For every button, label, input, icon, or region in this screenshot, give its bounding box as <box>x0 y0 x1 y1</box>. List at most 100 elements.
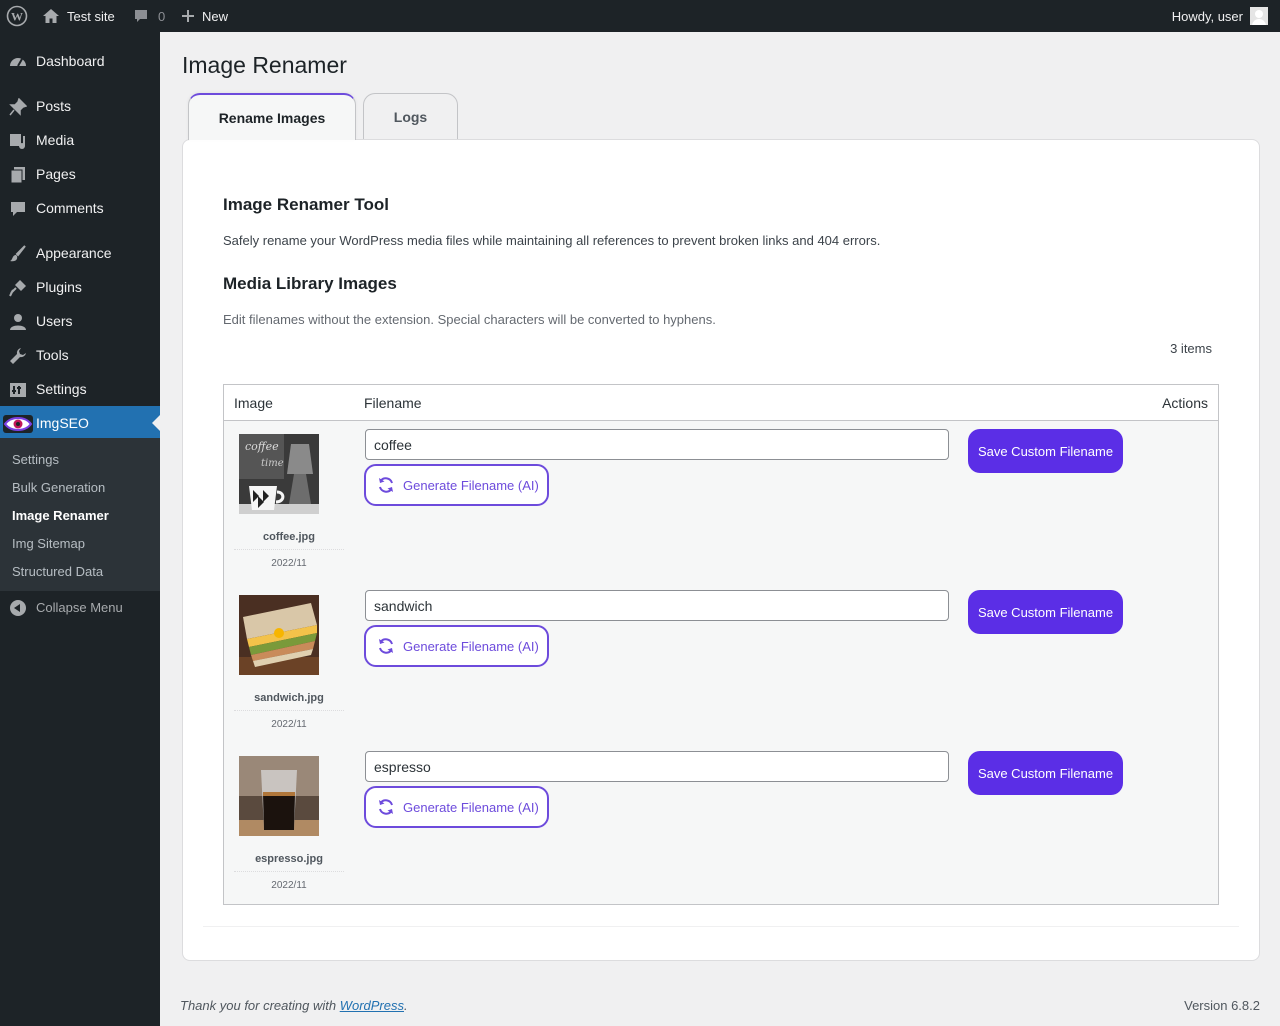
submenu-item-image-renamer[interactable]: Image Renamer <box>12 508 109 523</box>
divider <box>203 926 1239 927</box>
imgseo-submenu: Settings Bulk Generation Image Renamer I… <box>0 438 160 591</box>
library-description: Edit filenames without the extension. Sp… <box>223 312 716 327</box>
filename-input[interactable] <box>365 751 949 782</box>
comment-icon <box>8 199 28 219</box>
sidebar-item-dashboard[interactable]: Dashboard <box>0 44 160 78</box>
footer-thanks-prefix: Thank you for creating with <box>180 998 340 1013</box>
items-count: 3 items <box>1170 341 1212 356</box>
tab-rename-images[interactable]: Rename Images <box>188 93 356 140</box>
tab-logs[interactable]: Logs <box>363 93 458 139</box>
sidebar-item-users[interactable]: Users <box>0 304 160 338</box>
file-date: 2022/11 <box>271 558 307 569</box>
submenu-item-img-sitemap[interactable]: Img Sitemap <box>12 536 85 551</box>
submenu-item-structured-data[interactable]: Structured Data <box>12 564 103 579</box>
site-name-link[interactable]: Test site <box>42 0 115 32</box>
sidebar-item-posts[interactable]: Posts <box>0 89 160 123</box>
sidebar-item-plugins[interactable]: Plugins <box>0 270 160 304</box>
wrench-icon <box>8 346 28 366</box>
avatar <box>1250 7 1268 25</box>
version-text: Version 6.8.2 <box>1184 998 1260 1013</box>
sidebar-item-label: Tools <box>36 347 69 363</box>
generate-filename-button[interactable]: Generate Filename (AI) <box>364 625 549 667</box>
submenu-item-bulk-generation[interactable]: Bulk Generation <box>12 480 105 495</box>
footer-thanks-suffix: . <box>404 998 408 1013</box>
filename-input[interactable] <box>365 429 949 460</box>
pages-icon <box>8 165 28 185</box>
filename-input[interactable] <box>365 590 949 621</box>
user-icon <box>8 312 28 332</box>
sidebar-item-label: Settings <box>36 381 87 397</box>
eye-logo-icon <box>3 414 33 434</box>
wordpress-logo-icon[interactable]: W <box>6 0 28 32</box>
admin-sidebar: Dashboard Posts Media Pages Comments App… <box>0 32 160 1026</box>
sidebar-item-label: ImgSEO <box>36 415 89 431</box>
settings-icon <box>8 380 28 400</box>
comments-link[interactable]: 0 <box>133 0 165 32</box>
sidebar-item-label: Comments <box>36 200 104 216</box>
file-name: coffee.jpg <box>234 531 344 550</box>
table-row: espresso.jpg 2022/11 Generate Filename (… <box>224 743 1218 904</box>
admin-bar: W Test site 0 New Howdy, user <box>0 0 1280 32</box>
save-custom-filename-button[interactable]: Save Custom Filename <box>968 590 1123 634</box>
file-date: 2022/11 <box>271 719 307 730</box>
sidebar-item-pages[interactable]: Pages <box>0 157 160 191</box>
sidebar-item-settings[interactable]: Settings <box>0 372 160 406</box>
generate-filename-label: Generate Filename (AI) <box>403 638 539 654</box>
column-header-actions: Actions <box>1162 395 1208 411</box>
sidebar-item-label: Plugins <box>36 279 82 295</box>
tab-content-panel: Image Renamer Tool Safely rename your Wo… <box>182 139 1260 961</box>
sidebar-item-label: Dashboard <box>36 53 105 69</box>
comments-count: 0 <box>158 8 166 24</box>
collapse-menu-button[interactable]: Collapse Menu <box>0 592 160 622</box>
save-custom-filename-button[interactable]: Save Custom Filename <box>968 429 1123 473</box>
generate-filename-label: Generate Filename (AI) <box>403 477 539 493</box>
sidebar-item-imgseo[interactable]: ImgSEO <box>0 406 160 440</box>
table-header: Image Filename Actions <box>224 385 1218 421</box>
generate-filename-button[interactable]: Generate Filename (AI) <box>364 464 549 506</box>
collapse-arrow-icon <box>10 600 26 616</box>
sidebar-item-tools[interactable]: Tools <box>0 338 160 372</box>
refresh-icon <box>377 637 395 655</box>
save-custom-filename-button[interactable]: Save Custom Filename <box>968 751 1123 795</box>
library-heading: Media Library Images <box>223 274 397 293</box>
footer-thanks: Thank you for creating with WordPress. <box>180 998 408 1013</box>
images-table: Image Filename Actions coffee time coffe… <box>223 384 1219 905</box>
sidebar-item-comments[interactable]: Comments <box>0 191 160 225</box>
sidebar-item-media[interactable]: Media <box>0 123 160 157</box>
current-menu-arrow <box>152 415 160 431</box>
howdy-text: Howdy, user <box>1171 8 1243 24</box>
media-icon <box>8 131 28 151</box>
svg-text:coffee: coffee <box>245 440 279 453</box>
generate-filename-label: Generate Filename (AI) <box>403 799 539 815</box>
home-icon <box>43 9 59 23</box>
wordpress-link[interactable]: WordPress <box>340 998 404 1013</box>
refresh-icon <box>377 476 395 494</box>
sidebar-item-label: Media <box>36 132 75 148</box>
sidebar-item-label: Users <box>36 313 73 329</box>
refresh-icon <box>377 798 395 816</box>
sidebar-item-label: Pages <box>36 166 76 182</box>
espresso-thumbnail[interactable] <box>239 756 319 836</box>
file-date: 2022/11 <box>271 880 307 891</box>
page-title: Image Renamer <box>182 52 347 78</box>
svg-text:W: W <box>11 10 23 24</box>
coffee-thumbnail[interactable]: coffee time <box>239 434 319 514</box>
column-header-filename: Filename <box>364 395 422 411</box>
sidebar-item-appearance[interactable]: Appearance <box>0 236 160 270</box>
collapse-menu-label: Collapse Menu <box>36 600 123 615</box>
my-account-link[interactable]: Howdy, user <box>1172 0 1268 32</box>
sidebar-item-label: Appearance <box>36 245 112 261</box>
sidebar-item-label: Posts <box>36 98 72 114</box>
plug-icon <box>8 278 28 298</box>
submenu-item-settings[interactable]: Settings <box>12 452 59 467</box>
site-name: Test site <box>67 8 115 24</box>
new-content-link[interactable]: New <box>181 0 228 32</box>
file-name: espresso.jpg <box>234 853 344 872</box>
pin-icon <box>8 97 28 117</box>
tool-description: Safely rename your WordPress media files… <box>223 233 881 248</box>
svg-text:time: time <box>261 458 284 469</box>
file-name: sandwich.jpg <box>234 692 344 711</box>
generate-filename-button[interactable]: Generate Filename (AI) <box>364 786 549 828</box>
sandwich-thumbnail[interactable] <box>239 595 319 675</box>
tool-heading: Image Renamer Tool <box>223 195 389 214</box>
